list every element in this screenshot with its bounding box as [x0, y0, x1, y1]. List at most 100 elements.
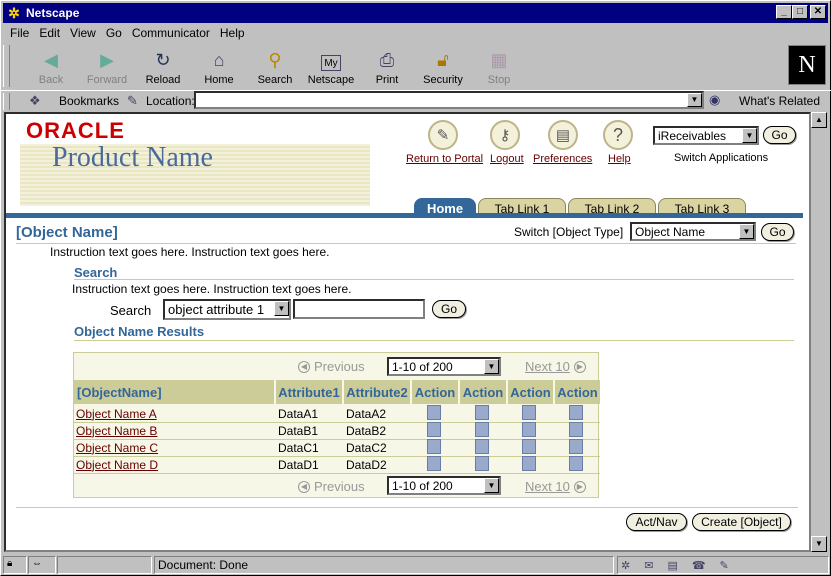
netscape-n-logo[interactable]: N: [788, 45, 826, 85]
mail-icon[interactable]: ✉: [644, 559, 653, 572]
reload-button[interactable]: ↻ Reload: [135, 44, 191, 90]
return-to-portal-link[interactable]: Return to Portal: [406, 153, 483, 165]
forward-button[interactable]: ▶ Forward: [79, 44, 135, 90]
results-header: Object Name Results: [74, 324, 205, 339]
page-content: ORACLE Product Name ✎ ⚷ ▤ ? Return to Po…: [4, 112, 811, 552]
search-input[interactable]: [293, 299, 425, 319]
action-button[interactable]: [427, 422, 441, 437]
security-status-icon[interactable]: 🔒︎: [3, 556, 27, 574]
security-button[interactable]: 🔓︎ Security: [415, 44, 471, 90]
preferences-link[interactable]: Preferences: [533, 153, 592, 165]
newsgroups-icon[interactable]: ▤: [667, 559, 677, 572]
search-attribute-select[interactable]: object attribute 1 ▼: [163, 299, 291, 320]
search-go-button[interactable]: Go: [432, 300, 466, 318]
search-divider: [74, 279, 794, 280]
column-header-action-3: Action: [508, 380, 553, 404]
range-select-top[interactable]: 1-10 of 200 ▼: [387, 357, 501, 376]
menu-go[interactable]: Go: [101, 24, 127, 42]
oracle-logo: ORACLE: [26, 118, 125, 143]
footer-divider: [16, 507, 798, 508]
preferences-icon[interactable]: ▤: [548, 120, 578, 150]
action-button[interactable]: [569, 405, 583, 420]
home-icon: ⌂: [213, 49, 225, 70]
switch-app-go-button[interactable]: Go: [763, 126, 796, 144]
navigation-toolbar: ◀ Back ▶ Forward ↻ Reload ⌂ Home ⚲ Search My N…: [23, 44, 803, 90]
help-link[interactable]: Help: [608, 153, 631, 165]
act-nav-button[interactable]: Act/Nav: [626, 513, 687, 531]
composer-icon[interactable]: ✎: [720, 559, 729, 572]
switch-object-go-button[interactable]: Go: [761, 223, 794, 241]
menu-edit[interactable]: Edit: [34, 24, 65, 42]
close-button[interactable]: ✕: [810, 5, 826, 19]
previous-icon: ◀: [298, 360, 310, 373]
help-icon[interactable]: ?: [603, 120, 633, 150]
create-object-button[interactable]: Create [Object]: [692, 513, 791, 531]
action-button[interactable]: [475, 422, 489, 437]
menu-view[interactable]: View: [65, 24, 101, 42]
action-button[interactable]: [569, 439, 583, 454]
next-nav-bottom[interactable]: Next 10 ▶: [525, 479, 586, 494]
action-button[interactable]: [522, 456, 536, 471]
back-button[interactable]: ◀ Back: [23, 44, 79, 90]
action-button[interactable]: [427, 456, 441, 471]
bookmarks-button[interactable]: Bookmarks: [59, 94, 119, 108]
lock-icon: 🔓︎: [437, 49, 449, 70]
location-input[interactable]: [194, 91, 704, 109]
object-name-link[interactable]: Object Name D: [76, 458, 158, 472]
column-header-attribute2: Attribute2: [344, 380, 410, 404]
object-name-link[interactable]: Object Name B: [76, 424, 157, 438]
menu-file[interactable]: File: [5, 24, 34, 42]
scroll-down-icon[interactable]: ▼: [811, 536, 827, 552]
table-cell: DataD2: [346, 457, 387, 472]
location-dropdown-arrow[interactable]: ▼: [687, 93, 702, 107]
scroll-up-icon[interactable]: ▲: [811, 112, 827, 128]
previous-nav: ◀ Previous: [298, 359, 365, 374]
minimize-button[interactable]: _: [776, 5, 792, 19]
toolbar-grip[interactable]: [3, 45, 10, 87]
object-type-select[interactable]: Object Name ▼: [630, 222, 756, 241]
menu-communicator[interactable]: Communicator: [127, 24, 215, 42]
range-select-bottom[interactable]: 1-10 of 200 ▼: [387, 476, 501, 495]
action-button[interactable]: [522, 405, 536, 420]
menu-help[interactable]: Help: [215, 24, 250, 42]
table-cell: DataC2: [346, 440, 387, 455]
whats-related-button[interactable]: What's Related: [739, 94, 820, 108]
status-text: Document: Done: [154, 556, 614, 574]
table-cell: DataB1: [278, 423, 319, 438]
action-button[interactable]: [522, 422, 536, 437]
product-name: Product Name: [52, 142, 213, 173]
search-button[interactable]: ⚲ Search: [247, 44, 303, 90]
address-book-icon[interactable]: ☎: [692, 559, 706, 572]
action-button[interactable]: [569, 422, 583, 437]
logout-icon[interactable]: ⚷: [490, 120, 520, 150]
next-nav[interactable]: Next 10 ▶: [525, 359, 586, 374]
object-name-link[interactable]: Object Name A: [76, 407, 157, 421]
object-name-link[interactable]: Object Name C: [76, 441, 158, 455]
search-icon: ⚲: [268, 49, 282, 70]
column-header-action-1: Action: [412, 380, 458, 404]
location-grip[interactable]: [3, 93, 10, 110]
action-button[interactable]: [522, 439, 536, 454]
netscape-button[interactable]: My Netscape: [303, 44, 359, 90]
netscape-logo-icon: ✲: [8, 4, 20, 21]
action-button[interactable]: [475, 439, 489, 454]
navigator-icon[interactable]: ✲: [621, 559, 630, 572]
vertical-scrollbar[interactable]: ▲ ▼: [811, 112, 828, 552]
action-button[interactable]: [427, 405, 441, 420]
location-label: Location:: [146, 94, 195, 108]
chevron-down-icon: ▼: [484, 359, 499, 374]
portal-icon[interactable]: ✎: [428, 120, 458, 150]
table-row-d-name: Object Name D: [74, 456, 274, 473]
print-button[interactable]: ⎙ Print: [359, 44, 415, 90]
stop-button[interactable]: ▦ Stop: [471, 44, 527, 90]
home-button[interactable]: ⌂ Home: [191, 44, 247, 90]
maximize-button[interactable]: □: [792, 5, 808, 19]
back-icon: ◀: [44, 49, 58, 70]
action-button[interactable]: [427, 439, 441, 454]
action-button[interactable]: [475, 405, 489, 420]
action-button[interactable]: [569, 456, 583, 471]
action-button[interactable]: [475, 456, 489, 471]
logout-link[interactable]: Logout: [490, 153, 524, 165]
search-label: Search: [110, 303, 152, 318]
application-select[interactable]: iReceivables ▼: [653, 126, 759, 145]
